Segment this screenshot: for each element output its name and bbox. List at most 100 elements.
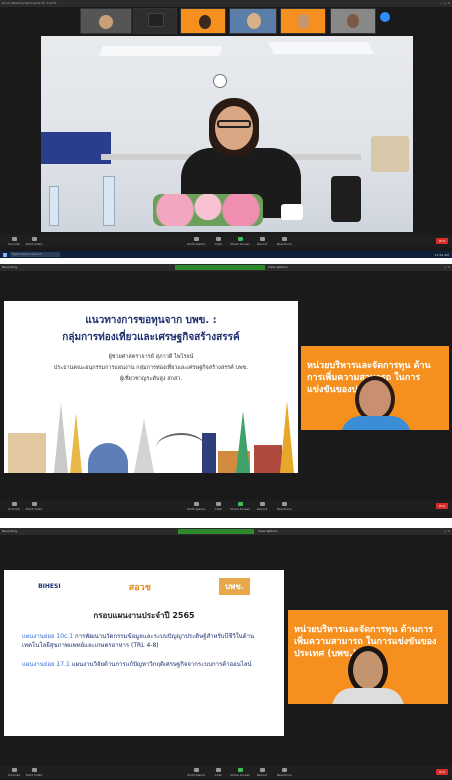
participant-thumb-4[interactable] <box>229 8 277 34</box>
logo-row: BIHESI สอวช บพข. <box>4 578 284 595</box>
video-button[interactable]: Start Video <box>24 767 44 777</box>
reactions-button[interactable]: Reactions <box>274 501 294 511</box>
participants-label: Participants <box>187 506 205 511</box>
bridge <box>156 433 206 463</box>
mute-button[interactable]: Unmute <box>4 236 24 246</box>
participant-thumb-5[interactable] <box>280 8 326 34</box>
participants-button[interactable]: Participants <box>186 236 206 246</box>
camera-icon <box>31 501 37 506</box>
mute-label: Unmute <box>8 772 20 777</box>
video-button[interactable]: Start Video <box>24 236 44 246</box>
toolbar-center: Participants Chat Share Screen Record Re… <box>44 236 436 246</box>
plan-item-1-label: แผนงานย่อย 10c.1 <box>22 633 74 640</box>
building <box>8 433 46 473</box>
smile-icon <box>281 501 287 506</box>
sharing-banner <box>175 265 265 270</box>
chat-icon <box>215 501 221 506</box>
meeting-toolbar: Unmute Start Video Participants Chat Sha… <box>0 500 452 512</box>
chat-label: Chat <box>214 241 222 246</box>
window-controls[interactable]: — ▢ ✕ <box>440 1 450 6</box>
sofa <box>371 136 409 172</box>
chat-button[interactable]: Chat <box>208 501 228 511</box>
room-icon <box>148 13 164 27</box>
video-button[interactable]: Start Video <box>24 501 44 511</box>
bag <box>331 176 361 222</box>
participant-thumb-2[interactable] <box>133 8 177 34</box>
reactions-button[interactable]: Reactions <box>274 236 294 246</box>
red-temple <box>254 445 282 473</box>
windows-start-icon[interactable] <box>3 252 7 257</box>
tower <box>54 403 68 473</box>
participants-label: Participants <box>187 241 205 246</box>
screenshot-1-gallery: Zoom Meeting Participant ID: 14779 — ▢ ✕ <box>0 0 452 258</box>
dome <box>88 443 128 473</box>
record-label: Record <box>256 506 268 511</box>
toolbar-center: Participants Chat Share Screen Record Re… <box>44 767 436 777</box>
speaker-2-shirt <box>341 416 411 430</box>
window-controls[interactable]: ▢ ✕ <box>444 529 450 534</box>
taskbar-search[interactable]: Type here to search <box>10 252 60 257</box>
record-button[interactable]: Record <box>252 236 272 246</box>
slide-line-2: ประธานคณะอนุกรรมการแผนงาน กลุ่มการท่องเท… <box>53 365 249 371</box>
pagoda <box>70 413 82 473</box>
window-title: Zoom Meeting Participant ID: 14779 <box>2 1 57 5</box>
reactions-button[interactable]: Reactions <box>274 767 294 777</box>
share-icon <box>237 501 243 506</box>
record-button[interactable]: Record <box>252 767 272 777</box>
end-button[interactable]: End <box>436 238 448 244</box>
mute-button[interactable]: Unmute <box>4 501 24 511</box>
slide-heading: กรอบแผนงานประจำปี 2565 <box>93 611 195 620</box>
slide-line-3: ผู้เชี่ยวชาญระดับสูง สกสว. <box>119 376 183 382</box>
participants-button[interactable]: Participants <box>186 767 206 777</box>
speaker-3-shirt <box>332 688 404 704</box>
end-button[interactable]: End <box>436 769 448 775</box>
participants-button[interactable]: Participants <box>186 501 206 511</box>
view-options[interactable]: View Options <box>258 529 278 533</box>
toolbar-center: Participants Chat Share Screen Record Re… <box>44 501 436 511</box>
reactions-label: Reactions <box>276 241 292 246</box>
windows-taskbar: Type here to search 10:52 AM <box>0 251 452 258</box>
recording-indicator: Recording <box>2 529 18 533</box>
recording-indicator: Recording <box>2 265 18 269</box>
meeting-toolbar: Unmute Start Video Participants Chat Sha… <box>0 235 452 247</box>
cup <box>281 204 303 220</box>
meeting-toolbar: Unmute Start Video Participants Chat Sha… <box>0 766 452 778</box>
chedi <box>134 419 154 473</box>
screenshot-2-share: Recording ▢ ✕ View Options แนวทางการขอทุ… <box>0 264 452 518</box>
participant-thumb-3[interactable] <box>180 8 226 34</box>
share-label: Share Screen <box>230 772 251 777</box>
camera-icon <box>31 236 37 241</box>
people-icon <box>193 236 199 241</box>
chat-button[interactable]: Chat <box>208 236 228 246</box>
mute-label: Unmute <box>8 241 20 246</box>
shared-slide: BIHESI สอวช บพข. กรอบแผนงานประจำปี 2565 … <box>4 570 284 736</box>
face-thumb-3 <box>199 15 211 29</box>
speaker-video-orange: หน่วยบริหารและจัดการทุน ด้านการเพิ่มความ… <box>288 610 448 704</box>
mute-button[interactable]: Unmute <box>4 767 24 777</box>
flower-bouquet <box>153 194 263 226</box>
plan-item-2: แผนงานย่อย 17.1 แผนงานวิจัยด้านการแก้ปัญ… <box>4 650 284 669</box>
participant-thumb-1[interactable] <box>80 8 132 34</box>
slide-line-1: ผู้ช่วยศาสตราจารย์ สุภาวดี ไพโรจน์ <box>108 354 194 360</box>
end-button[interactable]: End <box>436 503 448 509</box>
view-options[interactable]: View Options <box>268 265 288 269</box>
zoom-avatar-icon[interactable] <box>380 12 390 22</box>
skyscraper <box>202 433 216 473</box>
smile-icon <box>281 236 287 241</box>
taskbar-clock: 10:52 AM <box>434 252 449 257</box>
share-button[interactable]: Share Screen <box>230 236 250 246</box>
participant-thumb-6[interactable] <box>330 8 376 34</box>
record-icon <box>259 767 265 772</box>
chat-icon <box>215 236 221 241</box>
window-controls[interactable]: ▢ ✕ <box>444 265 450 270</box>
chat-button[interactable]: Chat <box>208 767 228 777</box>
smile-icon <box>281 767 287 772</box>
share-button[interactable]: Share Screen <box>230 767 251 777</box>
ceiling-light <box>99 46 223 56</box>
participants-label: Participants <box>187 772 205 777</box>
record-button[interactable]: Record <box>252 501 272 511</box>
main-speaker-video <box>41 36 413 232</box>
speaker-face <box>215 106 253 150</box>
face-thumb-6 <box>347 14 359 28</box>
share-button[interactable]: Share Screen <box>230 501 250 511</box>
